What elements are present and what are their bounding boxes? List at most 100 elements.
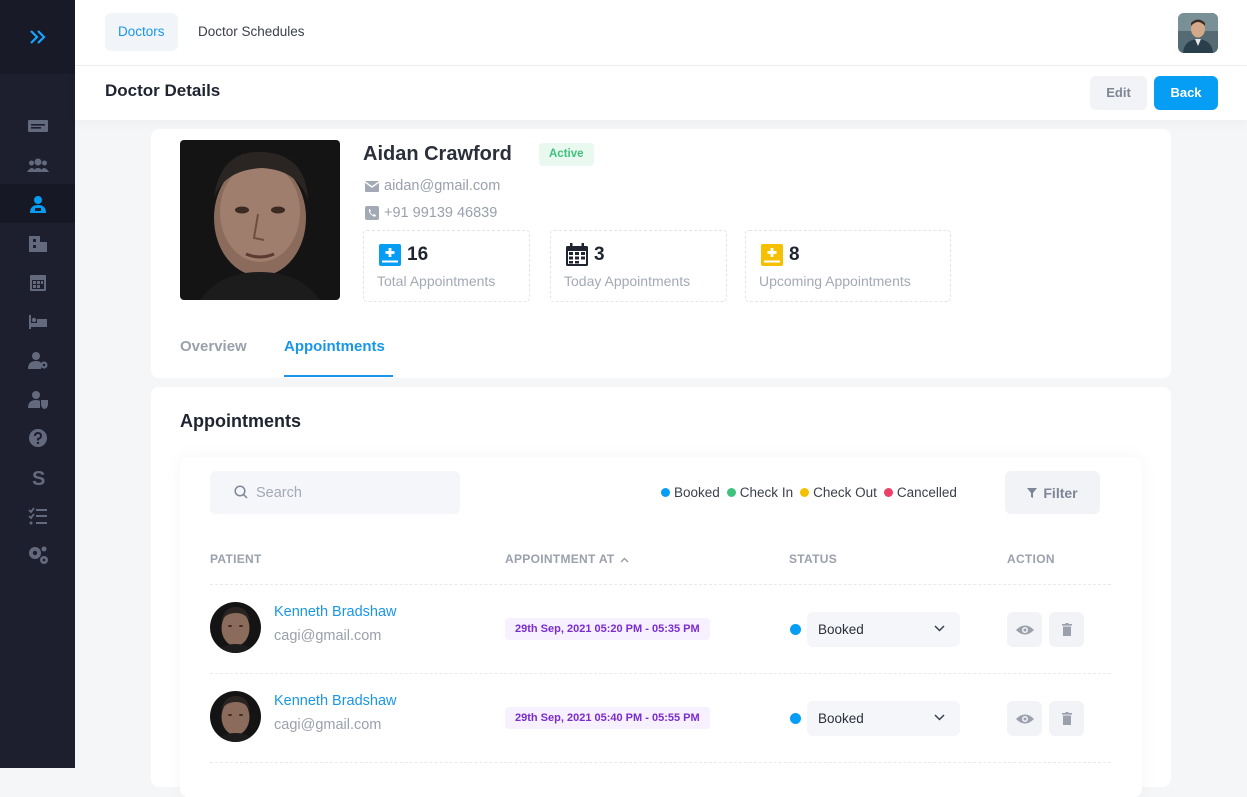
- status-dot: [790, 713, 801, 724]
- appointments-card: Appointments Booked Check In Check Out C…: [151, 387, 1171, 797]
- id-card-icon: [27, 119, 48, 132]
- double-chevron-right-icon: [29, 30, 46, 44]
- filter-icon: [1027, 487, 1038, 498]
- s-logo-icon: S: [32, 468, 45, 488]
- sidebar-toggle[interactable]: [0, 0, 75, 74]
- help-icon: [28, 428, 47, 447]
- doctor-icon: [29, 195, 46, 213]
- patient-name-link[interactable]: Kenneth Bradshaw: [274, 604, 397, 620]
- phone-row: +91 99139 46839: [365, 205, 497, 221]
- stat-total-appointments: 16 Total Appointments: [363, 230, 530, 302]
- chevron-down-icon: [934, 714, 945, 721]
- patient-avatar: [210, 602, 261, 653]
- delete-button[interactable]: [1049, 701, 1084, 736]
- column-header-status: STATUS: [789, 552, 838, 566]
- doctor-phone: +91 99139 46839: [384, 205, 498, 221]
- table-row: Kenneth Bradshaw cagi@gmail.com 29th Sep…: [210, 584, 1111, 673]
- doctor-name: Aidan Crawford: [363, 143, 512, 165]
- tab-overview[interactable]: Overview: [180, 338, 247, 355]
- legend-check-in: Check In: [726, 485, 793, 500]
- edit-button[interactable]: Edit: [1090, 76, 1147, 110]
- active-tab-indicator: [284, 375, 393, 377]
- tab-doctors[interactable]: Doctors: [105, 13, 178, 51]
- delete-button[interactable]: [1049, 612, 1084, 647]
- user-cog-icon: [27, 351, 47, 369]
- status-select[interactable]: Booked: [807, 612, 960, 647]
- trash-icon: [1061, 623, 1072, 636]
- search-box[interactable]: [210, 471, 460, 514]
- sidebar-item-admins[interactable]: [0, 379, 75, 418]
- sidebar-item-beds[interactable]: [0, 301, 75, 340]
- status-select[interactable]: Booked: [807, 701, 960, 736]
- section-title: Appointments: [180, 411, 301, 431]
- patient-email: cagi@gmail.com: [274, 717, 382, 733]
- view-button[interactable]: [1007, 612, 1042, 647]
- search-input[interactable]: [256, 471, 446, 514]
- status-legend: Booked Check In Check Out Cancelled: [661, 485, 964, 500]
- stat-value: 3: [594, 244, 605, 265]
- legend-booked: Booked: [661, 485, 720, 500]
- view-button[interactable]: [1007, 701, 1042, 736]
- search-icon: [234, 485, 248, 499]
- sidebar-item-staff[interactable]: [0, 340, 75, 379]
- sidebar-item-hospital[interactable]: [0, 223, 75, 262]
- sidebar-item-subscriptions[interactable]: S: [0, 457, 75, 496]
- page-header: Doctor Details Edit Back: [75, 66, 1247, 120]
- appointment-time-badge: 29th Sep, 2021 05:20 PM - 05:35 PM: [505, 618, 710, 640]
- back-button[interactable]: Back: [1154, 76, 1218, 110]
- table-row: Kenneth Bradshaw cagi@gmail.com 29th Sep…: [210, 673, 1111, 762]
- eye-icon: [1015, 625, 1034, 634]
- eye-icon: [1015, 714, 1034, 723]
- legend-check-out: Check Out: [800, 485, 877, 500]
- doctor-profile-card: Aidan Crawford Active aidan@gmail.com +9…: [151, 129, 1171, 378]
- stat-label: Upcoming Appointments: [759, 273, 911, 289]
- row-divider: [210, 762, 1111, 763]
- sidebar: S: [0, 0, 75, 768]
- sidebar-item-tasks[interactable]: [0, 496, 75, 535]
- column-header-patient: PATIENT: [210, 552, 262, 566]
- patient-avatar: [210, 691, 261, 742]
- email-row: aidan@gmail.com: [365, 178, 500, 194]
- calendar-plus-icon: [379, 244, 401, 266]
- stat-today-appointments: 3 Today Appointments: [550, 230, 727, 302]
- sidebar-item-doctors[interactable]: [0, 184, 75, 223]
- stat-value: 8: [789, 244, 800, 265]
- sidebar-item-patients[interactable]: [0, 145, 75, 184]
- sort-ascending-icon: [620, 557, 629, 563]
- filter-button[interactable]: Filter: [1005, 471, 1100, 514]
- stat-label: Today Appointments: [564, 273, 691, 289]
- column-header-action: ACTION: [1007, 552, 1055, 566]
- stat-upcoming-appointments: 8 Upcoming Appointments: [745, 230, 951, 302]
- sidebar-item-dashboard[interactable]: [0, 106, 75, 145]
- appointment-time-badge: 29th Sep, 2021 05:40 PM - 05:55 PM: [505, 707, 710, 729]
- chevron-down-icon: [934, 625, 945, 632]
- users-icon: [26, 158, 49, 172]
- svg-text:S: S: [32, 468, 45, 488]
- patient-email: cagi@gmail.com: [274, 628, 382, 644]
- calendar-icon: [29, 274, 46, 291]
- user-shield-icon: [27, 390, 48, 409]
- patient-name-link[interactable]: Kenneth Bradshaw: [274, 693, 397, 709]
- phone-icon: [365, 206, 379, 220]
- top-navigation: Doctors Doctor Schedules: [75, 0, 1247, 66]
- doctor-email: aidan@gmail.com: [384, 178, 501, 194]
- doctor-photo: [180, 140, 340, 300]
- stat-value: 16: [407, 244, 429, 265]
- page-title: Doctor Details: [105, 81, 221, 100]
- sidebar-item-settings[interactable]: [0, 535, 75, 574]
- column-header-appointment-at[interactable]: APPOINTMENT AT: [505, 552, 629, 566]
- tab-appointments[interactable]: Appointments: [284, 338, 385, 355]
- legend-cancelled: Cancelled: [883, 485, 957, 500]
- calendar-plus-icon: [761, 244, 783, 266]
- status-badge: Active: [539, 143, 594, 166]
- hospital-icon: [28, 235, 47, 252]
- trash-icon: [1061, 712, 1072, 725]
- bed-icon: [28, 314, 47, 329]
- envelope-icon: [365, 180, 379, 192]
- tab-doctor-schedules[interactable]: Doctor Schedules: [185, 13, 318, 51]
- settings-icon: [28, 546, 48, 564]
- sidebar-item-help[interactable]: [0, 418, 75, 457]
- user-avatar[interactable]: [1178, 13, 1218, 53]
- stat-label: Total Appointments: [377, 273, 496, 289]
- sidebar-item-calendar[interactable]: [0, 262, 75, 301]
